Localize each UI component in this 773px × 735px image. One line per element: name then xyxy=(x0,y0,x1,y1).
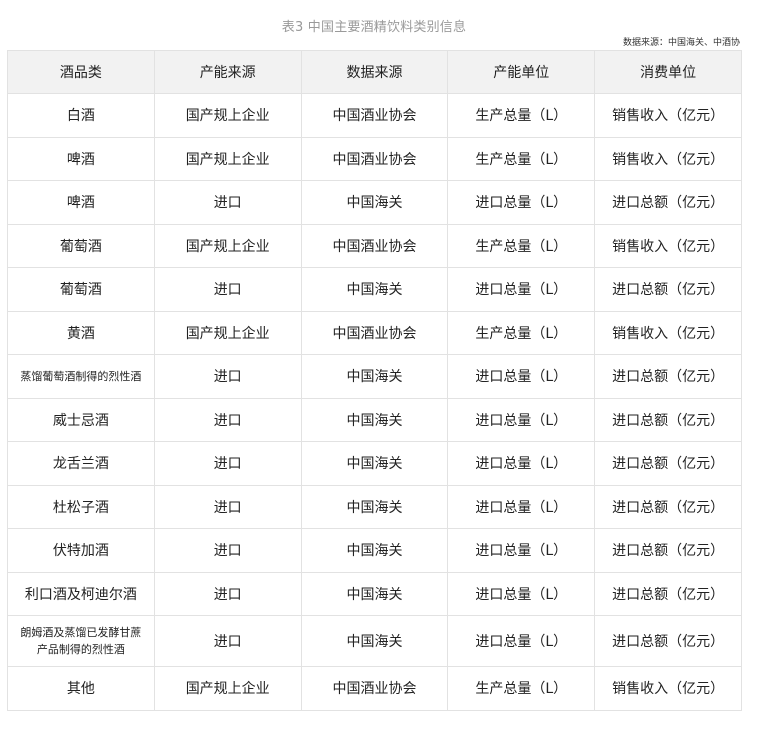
cell-capacity-source: 进口 xyxy=(153,354,302,399)
cell-capacity-source: 国产规上企业 xyxy=(153,136,302,181)
table-title: 表3 中国主要酒精饮料类别信息 xyxy=(281,20,467,35)
table-body: 白酒 国产规上企业 中国酒业协会 生产总量（L） 销售收入（亿元） 啤酒 国产规上企业 中国酒… xyxy=(7,93,742,711)
cell-capacity-unit: 生产总量（L） xyxy=(447,223,596,268)
cell-capacity-unit: 进口总量（L） xyxy=(447,354,596,399)
cell-consumption-unit: 进口总额（亿元） xyxy=(594,267,742,312)
cell-category: 白酒 xyxy=(7,93,155,138)
cell-capacity-source: 进口 xyxy=(153,571,302,616)
cell-category: 葡萄酒 xyxy=(7,223,155,268)
cell-capacity-source: 进口 xyxy=(153,267,302,312)
cell-category: 龙舌兰酒 xyxy=(7,441,155,486)
header-consumption-unit: 消费单位 xyxy=(594,50,742,94)
table-row: 龙舌兰酒 进口 中国海关 进口总量（L） 进口总额（亿元） xyxy=(7,441,742,486)
cell-capacity-unit: 生产总量（L） xyxy=(447,136,596,181)
category-table: 酒品类 产能来源 数据来源 产能单位 消费单位 白酒 国产规上企业 中国酒业协会 生产… xyxy=(7,50,742,711)
table-row: 威士忌酒 进口 中国海关 进口总量（L） 进口总额（亿元） xyxy=(7,397,742,442)
cell-capacity-source: 国产规上企业 xyxy=(153,223,302,268)
cell-data-source: 中国海关 xyxy=(300,267,449,312)
cell-consumption-unit: 销售收入（亿元） xyxy=(594,93,742,138)
table-header-row: 酒品类 产能来源 数据来源 产能单位 消费单位 xyxy=(7,50,742,94)
cell-consumption-unit: 销售收入（亿元） xyxy=(594,136,742,181)
header-capacity-source: 产能来源 xyxy=(153,50,302,94)
cell-data-source: 中国海关 xyxy=(300,571,449,616)
cell-consumption-unit: 进口总额（亿元） xyxy=(594,441,742,486)
cell-category: 朗姆酒及蒸馏已发酵甘蔗产品制得的烈性酒 xyxy=(7,615,155,667)
cell-consumption-unit: 进口总额（亿元） xyxy=(594,615,742,667)
cell-consumption-unit: 销售收入（亿元） xyxy=(594,223,742,268)
cell-capacity-unit: 进口总量（L） xyxy=(447,267,596,312)
cell-data-source: 中国海关 xyxy=(300,528,449,573)
cell-consumption-unit: 进口总额（亿元） xyxy=(594,397,742,442)
cell-capacity-unit: 进口总量（L） xyxy=(447,571,596,616)
cell-data-source: 中国海关 xyxy=(300,441,449,486)
cell-data-source: 中国海关 xyxy=(300,397,449,442)
cell-data-source: 中国酒业协会 xyxy=(300,93,449,138)
cell-consumption-unit: 销售收入（亿元） xyxy=(594,310,742,355)
cell-capacity-source: 国产规上企业 xyxy=(153,93,302,138)
table-row: 葡萄酒 进口 中国海关 进口总量（L） 进口总额（亿元） xyxy=(7,267,742,312)
cell-capacity-unit: 进口总量（L） xyxy=(447,441,596,486)
cell-capacity-source: 进口 xyxy=(153,484,302,529)
cell-category: 蒸馏葡萄酒制得的烈性酒 xyxy=(7,354,155,399)
cell-capacity-unit: 进口总量（L） xyxy=(447,180,596,225)
cell-category: 杜松子酒 xyxy=(7,484,155,529)
cell-consumption-unit: 销售收入（亿元） xyxy=(594,666,742,711)
cell-data-source: 中国酒业协会 xyxy=(300,136,449,181)
table-row: 黄酒 国产规上企业 中国酒业协会 生产总量（L） 销售收入（亿元） xyxy=(7,310,742,355)
cell-capacity-unit: 生产总量（L） xyxy=(447,666,596,711)
data-source-note: 数据来源：中国海关、中酒协 xyxy=(622,38,740,48)
header-category: 酒品类 xyxy=(7,50,155,94)
cell-consumption-unit: 进口总额（亿元） xyxy=(594,528,742,573)
cell-capacity-source: 进口 xyxy=(153,615,302,667)
cell-data-source: 中国海关 xyxy=(300,354,449,399)
cell-data-source: 中国海关 xyxy=(300,180,449,225)
cell-data-source: 中国酒业协会 xyxy=(300,666,449,711)
cell-capacity-unit: 进口总量（L） xyxy=(447,615,596,667)
table-row: 其他 国产规上企业 中国酒业协会 生产总量（L） 销售收入（亿元） xyxy=(7,666,742,711)
cell-capacity-source: 国产规上企业 xyxy=(153,310,302,355)
cell-category: 其他 xyxy=(7,666,155,711)
cell-capacity-source: 进口 xyxy=(153,441,302,486)
cell-capacity-unit: 进口总量（L） xyxy=(447,528,596,573)
table-row: 啤酒 进口 中国海关 进口总量（L） 进口总额（亿元） xyxy=(7,180,742,225)
cell-category: 啤酒 xyxy=(7,136,155,181)
cell-category: 伏特加酒 xyxy=(7,528,155,573)
cell-consumption-unit: 进口总额（亿元） xyxy=(594,571,742,616)
cell-consumption-unit: 进口总额（亿元） xyxy=(594,354,742,399)
cell-category: 黄酒 xyxy=(7,310,155,355)
cell-capacity-unit: 生产总量（L） xyxy=(447,310,596,355)
cell-capacity-source: 进口 xyxy=(153,528,302,573)
cell-category: 葡萄酒 xyxy=(7,267,155,312)
cell-capacity-unit: 进口总量（L） xyxy=(447,484,596,529)
table-row: 葡萄酒 国产规上企业 中国酒业协会 生产总量（L） 销售收入（亿元） xyxy=(7,223,742,268)
cell-capacity-source: 进口 xyxy=(153,180,302,225)
cell-data-source: 中国酒业协会 xyxy=(300,310,449,355)
cell-data-source: 中国海关 xyxy=(300,484,449,529)
header-data-source: 数据来源 xyxy=(300,50,449,94)
cell-category: 威士忌酒 xyxy=(7,397,155,442)
cell-consumption-unit: 进口总额（亿元） xyxy=(594,180,742,225)
cell-capacity-unit: 进口总量（L） xyxy=(447,397,596,442)
cell-data-source: 中国酒业协会 xyxy=(300,223,449,268)
table-row: 利口酒及柯迪尔酒 进口 中国海关 进口总量（L） 进口总额（亿元） xyxy=(7,571,742,616)
table-row: 白酒 国产规上企业 中国酒业协会 生产总量（L） 销售收入（亿元） xyxy=(7,93,742,138)
table-row: 伏特加酒 进口 中国海关 进口总量（L） 进口总额（亿元） xyxy=(7,528,742,573)
cell-data-source: 中国海关 xyxy=(300,615,449,667)
table-row: 蒸馏葡萄酒制得的烈性酒 进口 中国海关 进口总量（L） 进口总额（亿元） xyxy=(7,354,742,399)
table-row: 杜松子酒 进口 中国海关 进口总量（L） 进口总额（亿元） xyxy=(7,484,742,529)
table-row: 啤酒 国产规上企业 中国酒业协会 生产总量（L） 销售收入（亿元） xyxy=(7,136,742,181)
cell-category: 啤酒 xyxy=(7,180,155,225)
header-capacity-unit: 产能单位 xyxy=(447,50,596,94)
cell-capacity-source: 进口 xyxy=(153,397,302,442)
table-row: 朗姆酒及蒸馏已发酵甘蔗产品制得的烈性酒 进口 中国海关 进口总量（L） 进口总额（亿元） xyxy=(7,615,742,667)
cell-capacity-unit: 生产总量（L） xyxy=(447,93,596,138)
cell-consumption-unit: 进口总额（亿元） xyxy=(594,484,742,529)
cell-category: 利口酒及柯迪尔酒 xyxy=(7,571,155,616)
cell-capacity-source: 国产规上企业 xyxy=(153,666,302,711)
